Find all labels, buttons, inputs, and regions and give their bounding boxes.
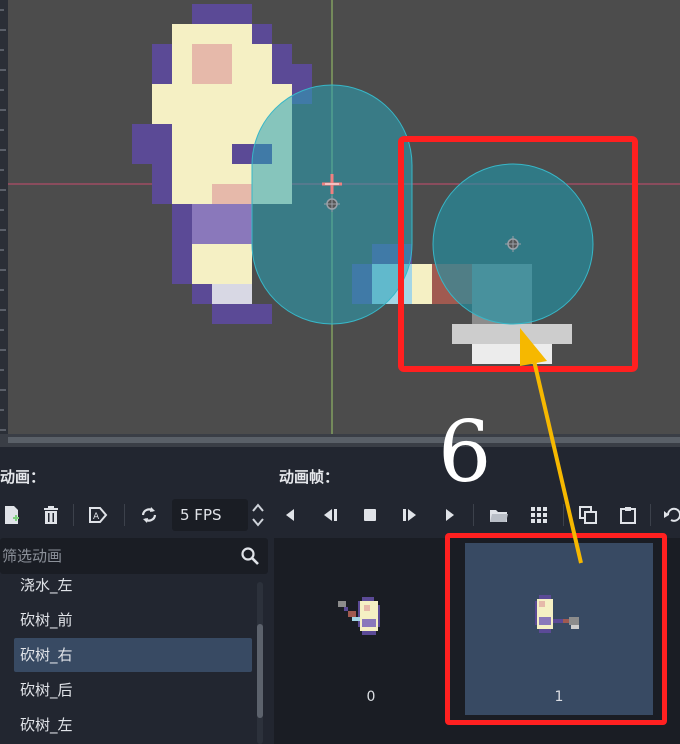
play-backwards-from-end-icon[interactable] xyxy=(316,502,344,528)
vertical-ruler[interactable] xyxy=(0,0,8,440)
play-from-start-icon[interactable] xyxy=(396,502,424,528)
filter-placeholder: 筛选动画 xyxy=(2,547,63,565)
grid-icon[interactable] xyxy=(525,502,553,528)
open-folder-icon[interactable] xyxy=(485,502,513,528)
frame-sprite-preview xyxy=(338,597,380,635)
autoplay-icon[interactable]: A xyxy=(84,502,112,528)
animation-list-scrollbar[interactable] xyxy=(257,582,263,744)
fps-stepper-icon[interactable] xyxy=(248,499,268,531)
new-animation-icon[interactable] xyxy=(0,502,26,528)
animation-filter-input[interactable]: 筛选动画 xyxy=(0,538,268,574)
search-icon xyxy=(241,547,259,565)
animation-list[interactable]: 浇水_左 砍树_前 砍树_右 砍树_后 砍树_左 xyxy=(0,578,260,744)
stop-icon[interactable] xyxy=(356,502,384,528)
play-backwards-icon[interactable] xyxy=(276,502,304,528)
copy-icon[interactable] xyxy=(574,502,602,528)
frame-highlight-box xyxy=(445,533,667,725)
fps-spinbox[interactable]: 5 FPS xyxy=(172,499,248,531)
step-number-annotation: 6 xyxy=(438,403,492,501)
loop-icon[interactable] xyxy=(135,502,163,528)
svg-text:A: A xyxy=(93,512,100,522)
trash-icon[interactable] xyxy=(37,502,65,528)
frames-header: 动画帧： xyxy=(279,468,340,486)
canvas-viewport[interactable] xyxy=(0,0,680,447)
animations-header: 动画： xyxy=(0,468,46,486)
more-icon[interactable] xyxy=(656,502,680,528)
animation-list-item[interactable]: 砍树_前 xyxy=(14,603,252,637)
play-icon[interactable] xyxy=(436,502,464,528)
animation-list-item-selected[interactable]: 砍树_右 xyxy=(14,638,252,672)
animation-list-item[interactable]: 浇水_左 xyxy=(14,578,252,602)
frame-index-label: 0 xyxy=(366,689,376,705)
sprite-scene[interactable] xyxy=(0,0,680,447)
frame-thumbnail[interactable]: 0 xyxy=(278,543,464,715)
paste-icon[interactable] xyxy=(614,502,642,528)
viewport-hscrollbar[interactable] xyxy=(0,434,680,447)
animation-list-item[interactable]: 砍树_后 xyxy=(14,673,252,707)
animation-list-item[interactable]: 砍树_左 xyxy=(14,708,252,742)
